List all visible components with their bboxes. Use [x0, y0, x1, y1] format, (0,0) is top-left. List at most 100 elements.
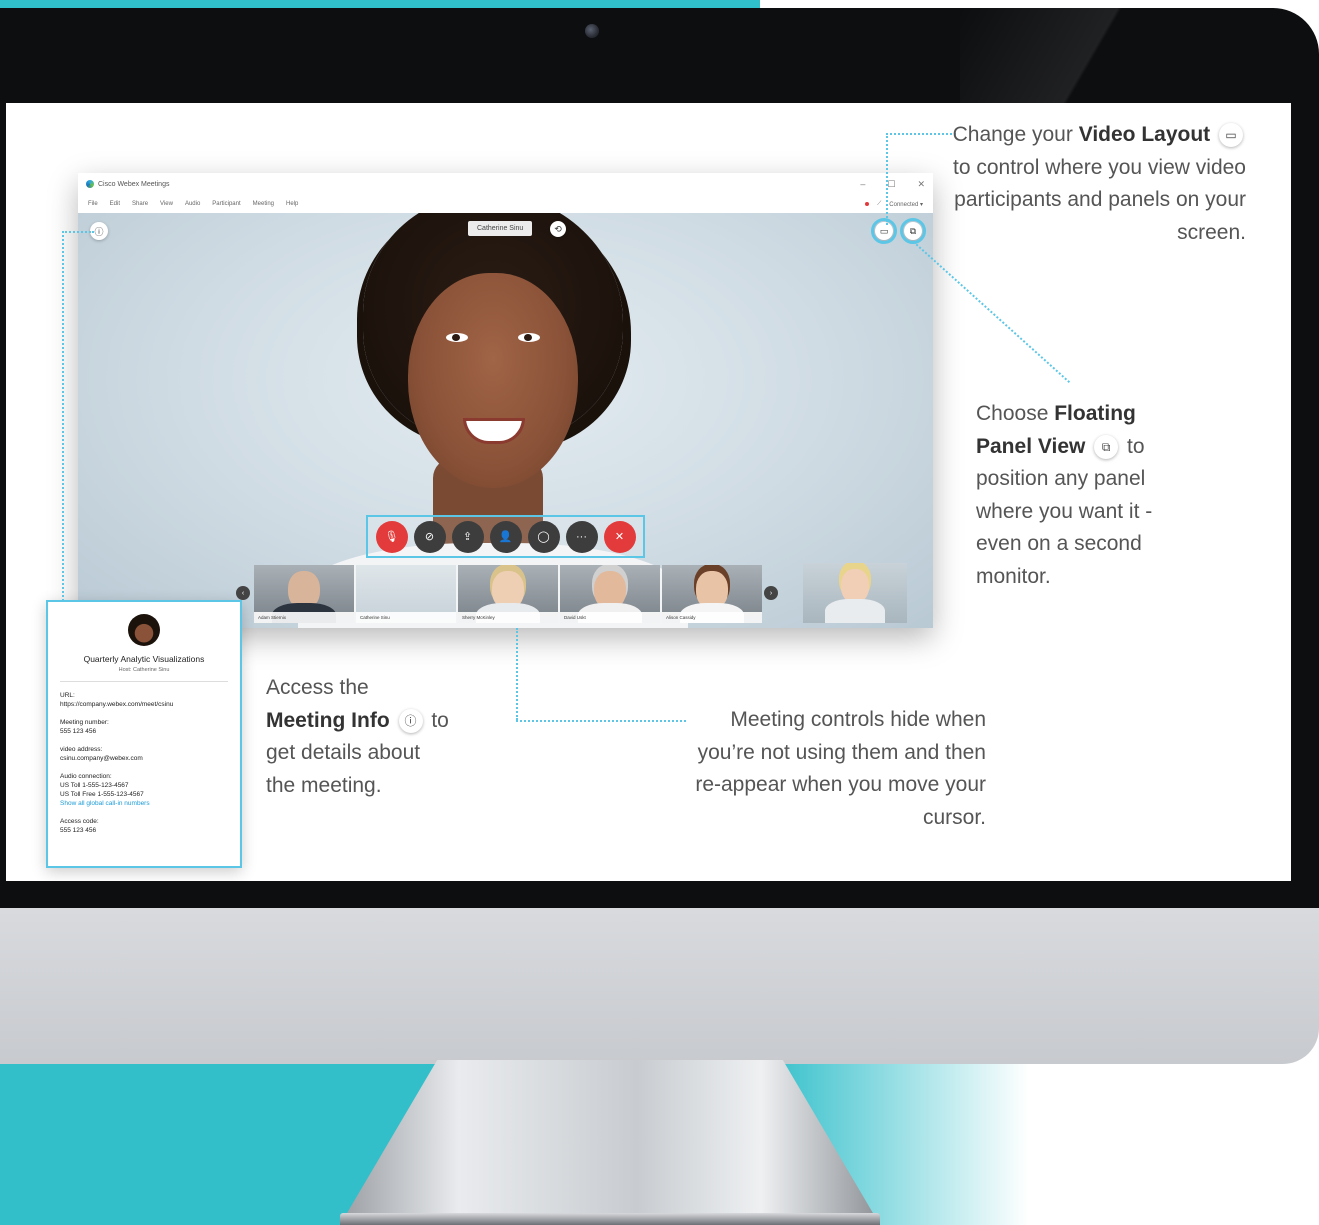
self-view-video[interactable] — [803, 563, 907, 623]
floating-panel-callout: Choose Floating Panel View ⧉ to position… — [976, 398, 1191, 593]
video-off-icon: ⊘ — [424, 531, 435, 543]
monitor-stand-foot — [340, 1213, 880, 1225]
filmstrip-prev-icon[interactable]: ‹ — [236, 586, 250, 600]
global-call-in-link[interactable]: Show all global call-in numbers — [60, 799, 228, 808]
participants-button[interactable]: 👤 — [489, 520, 522, 553]
floating-connector-line — [912, 241, 1071, 384]
access-section: Access code: 555 123 456 — [60, 817, 228, 835]
share-button[interactable]: ⇪ — [451, 520, 484, 553]
teal-backdrop-top — [0, 0, 760, 8]
window-title: Cisco Webex Meetings — [98, 180, 170, 188]
leave-button[interactable]: ✕ — [603, 520, 636, 553]
number-label: Meeting number: — [60, 719, 109, 726]
video-label: video address: — [60, 746, 103, 753]
participant-thumbnail[interactable]: Adam Stiernix — [254, 565, 354, 623]
menu-view[interactable]: View — [160, 201, 173, 207]
menu-share[interactable]: Share — [132, 201, 148, 207]
meeting-controls-bar: 🎙 ⊘ ⇪ 👤 ◯ ··· ✕ — [366, 515, 645, 558]
participant-name: Alison Cassidy — [662, 612, 762, 623]
meeting-url[interactable]: https://company.webex.com/meet/csinu — [60, 700, 228, 709]
status-label: Connected ▾ — [889, 201, 923, 208]
meeting-number: 555 123 456 — [60, 728, 97, 735]
monitor-screen: Cisco Webex Meetings – ☐ ✕ File Edit Sha… — [6, 103, 1291, 881]
menu-help[interactable]: Help — [286, 201, 298, 207]
menu-file[interactable]: File — [88, 201, 98, 207]
video-layout-callout: Change your Video Layout ▭ to control wh… — [946, 119, 1246, 249]
callout-emphasis: Video Layout — [1078, 123, 1211, 146]
webcam-icon — [585, 24, 599, 38]
participant-thumbnail[interactable]: Catherine Sinu — [356, 565, 456, 623]
access-label: Access code: — [60, 818, 99, 825]
leave-icon: ✕ — [614, 531, 625, 543]
more-button[interactable]: ··· — [565, 520, 598, 553]
webex-meeting-window: Cisco Webex Meetings – ☐ ✕ File Edit Sha… — [78, 173, 933, 628]
access-code: 555 123 456 — [60, 827, 97, 834]
share-icon: ⇪ — [462, 531, 473, 543]
video-layout-icon[interactable]: ▭ — [871, 218, 897, 244]
participants-icon: 👤 — [498, 531, 513, 543]
connection-status[interactable]: ⟋ Connected ▾ — [865, 201, 923, 208]
floating-panel-icon[interactable]: ⧉ — [900, 218, 926, 244]
chat-button[interactable]: ◯ — [527, 520, 560, 553]
layout-connector-line — [886, 133, 888, 225]
participant-name: Adam Stiernix — [254, 612, 354, 623]
meeting-info-panel: Quarterly Analytic Visualizations Host: … — [46, 600, 242, 868]
menu-bar: File Edit Share View Audio Participant M… — [78, 195, 933, 213]
callout-text: Access the — [266, 676, 369, 699]
recording-dot-icon — [865, 202, 870, 206]
callout-text: Choose — [976, 402, 1055, 425]
participant-name: David Uskt — [560, 612, 660, 623]
menu-participant[interactable]: Participant — [212, 201, 240, 207]
window-controls: – ☐ ✕ — [860, 179, 925, 190]
participant-thumbnail[interactable]: Sherry McKinley — [458, 565, 558, 623]
meeting-info-callout: Access the Meeting Info ⓘ to get details… — [266, 672, 451, 802]
filmstrip-next-icon[interactable]: › — [764, 586, 778, 600]
info-connector-line — [62, 231, 64, 601]
close-icon[interactable]: ✕ — [917, 179, 925, 190]
info-connector-line — [62, 231, 94, 233]
monitor-chin — [0, 908, 1319, 1064]
participant-thumbnail[interactable]: Alison Cassidy — [662, 565, 762, 623]
video-section: video address: csinu.company@webex.com — [60, 745, 228, 763]
toll-number: US Toll 1-555-123-4567 — [60, 782, 129, 789]
audio-label: Audio connection: — [60, 773, 112, 780]
maximize-icon[interactable]: ☐ — [887, 179, 895, 190]
lock-speaker-icon[interactable]: ⟲ — [550, 221, 566, 237]
microphone-icon: 🎙 — [384, 531, 399, 543]
host-avatar — [128, 614, 160, 646]
participant-name: Catherine Sinu — [356, 612, 456, 623]
info-icon: ⓘ — [398, 708, 423, 733]
speaker-eye-right — [518, 333, 540, 342]
controls-connector-line — [516, 720, 686, 722]
video-layout-icon: ▭ — [1219, 123, 1243, 148]
floating-panel-icon: ⧉ — [1094, 434, 1119, 459]
url-section: URL: https://company.webex.com/meet/csin… — [60, 691, 228, 709]
video-button[interactable]: ⊘ — [413, 520, 446, 553]
meeting-host: Host: Catherine Sinu — [60, 667, 228, 682]
controls-connector-line — [516, 628, 518, 720]
menu-meeting[interactable]: Meeting — [253, 201, 274, 207]
signal-icon: ⟋ — [877, 200, 882, 207]
callout-text: to control where you view video particip… — [953, 155, 1246, 244]
active-speaker-video: ⓘ Catherine Sinu ⟲ ▭ ⧉ 🎙 ⊘ ⇪ 👤 ◯ ··· ✕ ‹… — [78, 213, 933, 628]
active-speaker-name: Catherine Sinu — [468, 221, 533, 236]
callout-text: Meeting controls hide when you’re not us… — [695, 708, 986, 829]
menu-edit[interactable]: Edit — [110, 201, 120, 207]
minimize-icon[interactable]: – — [860, 179, 865, 190]
window-titlebar: Cisco Webex Meetings – ☐ ✕ — [78, 173, 933, 195]
bezel-reflection — [960, 8, 1300, 103]
url-label: URL: — [60, 692, 75, 699]
participant-filmstrip: Adam Stiernix Catherine Sinu Sherry McKi… — [254, 565, 762, 623]
speaker-face — [408, 273, 578, 488]
mute-button[interactable]: 🎙 — [375, 520, 408, 553]
participant-thumbnail[interactable]: David Uskt — [560, 565, 660, 623]
more-icon: ··· — [576, 530, 587, 543]
meeting-controls-callout: Meeting controls hide when you’re not us… — [686, 704, 986, 834]
toll-free-number: US Toll Free 1-555-123-4567 — [60, 791, 144, 798]
self-view-body — [825, 599, 885, 623]
meeting-title: Quarterly Analytic Visualizations — [83, 654, 205, 664]
participant-name: Sherry McKinley — [458, 612, 558, 623]
chat-icon: ◯ — [537, 531, 550, 543]
callout-text: Change your — [952, 123, 1079, 146]
menu-audio[interactable]: Audio — [185, 201, 200, 207]
